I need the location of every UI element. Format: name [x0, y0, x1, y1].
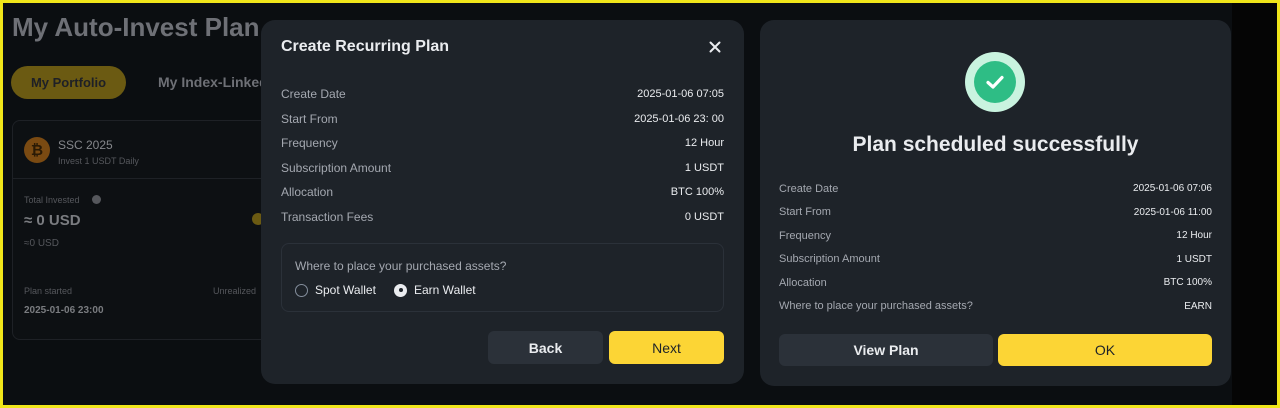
plan-started-label: Plan started — [24, 286, 73, 296]
detail-row-start-from: Start From 2025-01-06 11:00 — [779, 201, 1212, 225]
detail-row-subscription-amount: Subscription Amount 1 USDT — [281, 156, 724, 181]
detail-value: 2025-01-06 07:05 — [637, 88, 724, 101]
detail-row-start-from: Start From 2025-01-06 23: 00 — [281, 107, 724, 132]
detail-row-frequency: Frequency 12 Hour — [281, 131, 724, 156]
unrealized-label: Unrealized — [213, 286, 257, 296]
detail-label: Transaction Fees — [281, 209, 374, 224]
tab-my-index-linked[interactable]: My Index-Linked — [158, 74, 268, 90]
detail-label: Start From — [281, 111, 338, 126]
detail-value: 12 Hour — [684, 137, 724, 150]
plan-name: SSC 2025 — [58, 138, 113, 152]
plan-started-value: 2025-01-06 23:00 — [24, 305, 104, 316]
plan-details: Create Date 2025-01-06 07:05 Start From … — [281, 82, 724, 229]
earn-wallet-option[interactable]: Earn Wallet — [394, 283, 476, 297]
detail-label: Subscription Amount — [779, 253, 880, 266]
detail-row-asset-placement: Where to place your purchased assets? EA… — [779, 295, 1212, 319]
detail-value: EARN — [1184, 300, 1212, 312]
radio-checked-icon[interactable] — [394, 283, 407, 297]
detail-value: BTC 100% — [1163, 277, 1212, 289]
create-recurring-plan-modal: Create Recurring Plan Create Date 2025-0… — [261, 20, 744, 384]
detail-value: 12 Hour — [1176, 230, 1212, 242]
radio-unchecked-icon[interactable] — [295, 283, 308, 297]
spot-wallet-option[interactable]: Spot Wallet — [295, 283, 376, 297]
close-icon[interactable] — [706, 38, 724, 56]
next-button[interactable]: Next — [609, 331, 724, 364]
page-title: My Auto-Invest Plan — [12, 12, 260, 42]
detail-value: 1 USDT — [1176, 253, 1212, 265]
detail-row-frequency: Frequency 12 Hour — [779, 224, 1212, 248]
plan-scheduled-modal: Plan scheduled successfully Create Date … — [760, 20, 1231, 386]
detail-label: Create Date — [281, 87, 346, 102]
total-invested-label: Total Invested — [24, 195, 80, 205]
total-invested-sub: ≈0 USD — [24, 238, 59, 249]
success-title: Plan scheduled successfully — [852, 133, 1139, 156]
scheduled-plan-details: Create Date 2025-01-06 07:06 Start From … — [779, 177, 1212, 318]
detail-label: Start From — [779, 206, 831, 219]
view-plan-button[interactable]: View Plan — [779, 334, 993, 366]
detail-label: Allocation — [779, 276, 827, 289]
detail-row-allocation: Allocation BTC 100% — [281, 180, 724, 205]
detail-value: 2025-01-06 23: 00 — [634, 112, 724, 125]
total-invested-value: ≈ 0 USD — [24, 212, 81, 229]
detail-label: Frequency — [281, 136, 338, 151]
detail-label: Where to place your purchased assets? — [779, 300, 973, 313]
detail-row-subscription-amount: Subscription Amount 1 USDT — [779, 248, 1212, 272]
detail-label: Frequency — [779, 229, 831, 242]
tab-my-portfolio[interactable]: My Portfolio — [11, 66, 126, 99]
detail-value: 0 USDT — [684, 210, 724, 223]
detail-value: 1 USDT — [684, 161, 724, 174]
earn-wallet-label: Earn Wallet — [414, 283, 476, 297]
detail-row-create-date: Create Date 2025-01-06 07:05 — [281, 82, 724, 107]
info-icon[interactable] — [92, 195, 101, 204]
detail-value: 2025-01-06 11:00 — [1133, 206, 1212, 218]
detail-value: BTC 100% — [670, 186, 724, 199]
check-circle-icon — [965, 52, 1025, 112]
detail-row-transaction-fees: Transaction Fees 0 USDT — [281, 205, 724, 230]
detail-label: Create Date — [779, 182, 839, 195]
ok-button[interactable]: OK — [998, 334, 1212, 366]
asset-placement-box: Where to place your purchased assets? Sp… — [281, 243, 724, 312]
detail-row-create-date: Create Date 2025-01-06 07:06 — [779, 177, 1212, 201]
spot-wallet-label: Spot Wallet — [315, 283, 376, 297]
detail-label: Subscription Amount — [281, 160, 392, 175]
bitcoin-icon: ₿ — [24, 137, 50, 163]
card-divider — [12, 178, 262, 179]
back-button[interactable]: Back — [488, 331, 603, 364]
detail-label: Allocation — [281, 185, 334, 200]
right-edge — [1232, 0, 1280, 408]
plan-subtitle: Invest 1 USDT Daily — [58, 156, 139, 166]
detail-row-allocation: Allocation BTC 100% — [779, 271, 1212, 295]
placement-question: Where to place your purchased assets? — [295, 259, 507, 273]
modal-title: Create Recurring Plan — [281, 38, 450, 55]
detail-value: 2025-01-06 07:06 — [1133, 183, 1212, 195]
